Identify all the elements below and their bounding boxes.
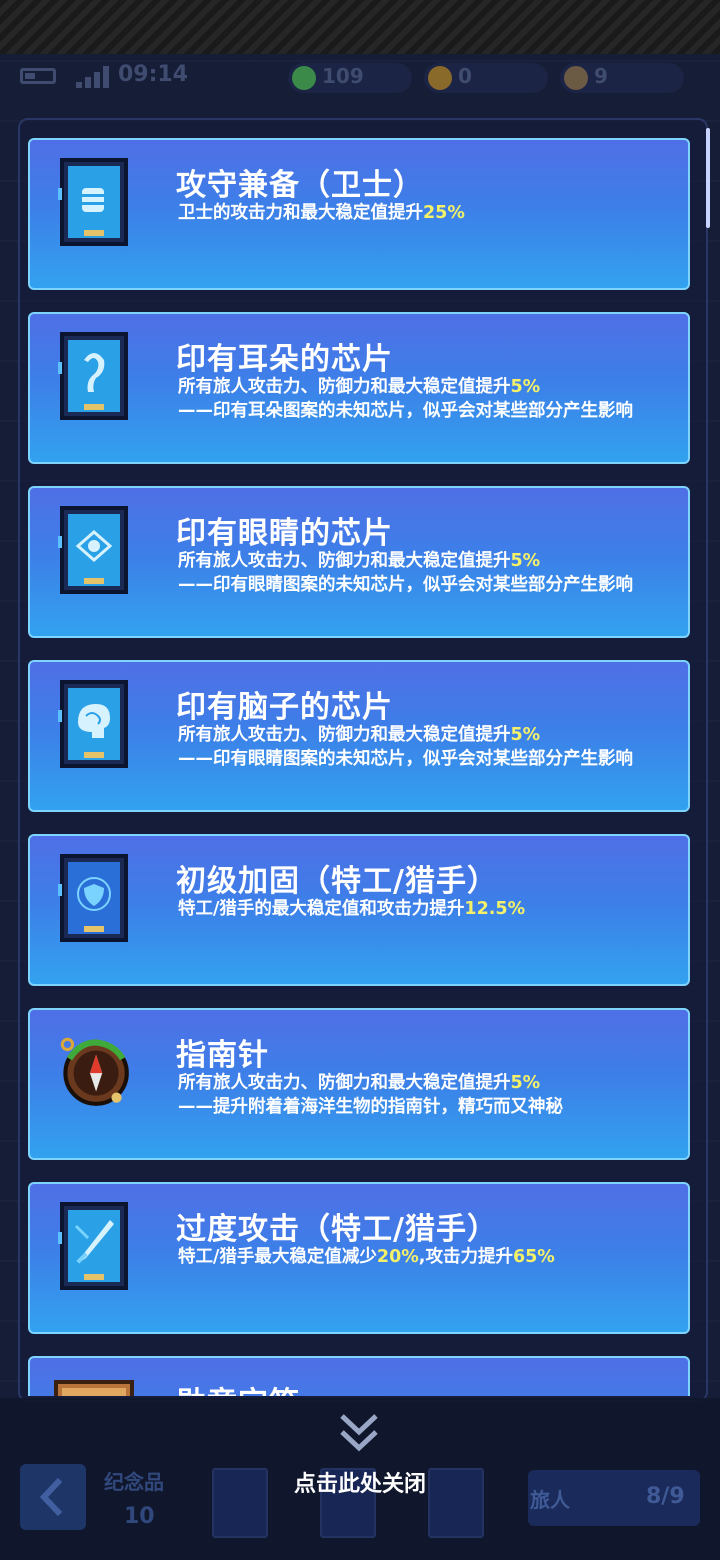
currency-amount: 109 [322, 64, 364, 88]
chip-canister-icon [58, 158, 128, 246]
buff-card[interactable]: 指南针 所有旅人攻击力、防御力和最大稳定值提升5% ——提升附着着海洋生物的指南… [28, 1008, 690, 1160]
chip-brain-icon [58, 680, 128, 768]
close-button[interactable]: 点击此处关闭 [0, 1466, 720, 1498]
buff-flavor-text: ——印有眼睛图案的未知芯片，似乎会对某些部分产生影响 [178, 575, 633, 595]
buff-description: 特工/猎手的最大稳定值和攻击力提升12.5% [178, 899, 526, 919]
currency-amount: 0 [458, 64, 472, 88]
status-bar: 09:14 109 0 9 [0, 60, 720, 96]
buff-title: 初级加固（特工/猎手） [176, 864, 498, 899]
gold-coin-icon [428, 66, 452, 90]
buff-title: 印有耳朵的芯片 [176, 342, 393, 377]
buff-title: 印有眼睛的芯片 [176, 516, 393, 551]
buff-description: 所有旅人攻击力、防御力和最大稳定值提升5% [178, 551, 541, 571]
buff-description: 所有旅人攻击力、防御力和最大稳定值提升5% [178, 377, 541, 397]
buff-value: 5% [510, 1073, 541, 1093]
currency-gold[interactable]: 0 [424, 63, 548, 93]
buff-value: 25% [423, 203, 465, 223]
treasure-chest-icon [54, 1380, 134, 1396]
buff-title: 勋章宝箱 [176, 1378, 300, 1396]
buff-description: 所有旅人攻击力、防御力和最大稳定值提升5% [178, 1073, 541, 1093]
scrollbar[interactable] [706, 128, 710, 228]
buff-description: 所有旅人攻击力、防御力和最大稳定值提升5% [178, 725, 541, 745]
chip-ear-icon [58, 332, 128, 420]
buff-title: 过度攻击（特工/猎手） [176, 1212, 498, 1247]
currency-amount: 9 [594, 64, 608, 88]
buff-value: 5% [510, 551, 541, 571]
souvenir-count: 10 [124, 1504, 155, 1529]
buff-card[interactable]: 攻守兼备（卫士） 卫士的攻击力和最大稳定值提升25% [28, 138, 690, 290]
buff-flavor-text: ——提升附着着海洋生物的指南针，精巧而又神秘 [178, 1097, 563, 1117]
bronze-coin-icon [564, 66, 588, 90]
buff-list[interactable]: 攻守兼备（卫士） 卫士的攻击力和最大稳定值提升25% 印有耳朵的芯片 所有旅人攻… [28, 138, 692, 1396]
buff-card[interactable]: 初级加固（特工/猎手） 特工/猎手的最大稳定值和攻击力提升12.5% [28, 834, 690, 986]
chip-sword-icon [58, 1202, 128, 1290]
double-chevron-down-icon[interactable] [336, 1410, 382, 1456]
buff-title: 印有脑子的芯片 [176, 690, 393, 725]
buff-card[interactable]: 勋章宝箱 [28, 1356, 690, 1396]
buff-description: 卫士的攻击力和最大稳定值提升25% [178, 203, 465, 223]
currency-bronze[interactable]: 9 [560, 63, 684, 93]
buff-value: 12.5% [464, 899, 526, 919]
chip-eye-icon [58, 506, 128, 594]
buff-title: 攻守兼备（卫士） [176, 168, 424, 203]
buff-card[interactable]: 印有耳朵的芯片 所有旅人攻击力、防御力和最大稳定值提升5% ——印有耳朵图案的未… [28, 312, 690, 464]
buff-flavor-text: ——印有眼睛图案的未知芯片，似乎会对某些部分产生影响 [178, 749, 633, 769]
green-gem-icon [292, 66, 316, 90]
buff-value: 5% [510, 377, 541, 397]
signal-icon [76, 66, 110, 88]
battery-icon [20, 68, 56, 84]
buff-value: 5% [510, 725, 541, 745]
buff-title: 指南针 [176, 1038, 269, 1073]
buff-value-2: 65% [512, 1247, 555, 1267]
device-notch-area [0, 0, 720, 54]
chip-shield-icon [58, 854, 128, 942]
buff-value: 20% [376, 1247, 419, 1267]
buff-card[interactable]: 印有眼睛的芯片 所有旅人攻击力、防御力和最大稳定值提升5% ——印有眼睛图案的未… [28, 486, 690, 638]
clock: 09:14 [118, 62, 189, 87]
compass-icon [60, 1037, 129, 1106]
buff-description: 特工/猎手最大稳定值减少20%,攻击力提升65% [178, 1247, 555, 1267]
buff-card[interactable]: 印有脑子的芯片 所有旅人攻击力、防御力和最大稳定值提升5% ——印有眼睛图案的未… [28, 660, 690, 812]
buff-card[interactable]: 过度攻击（特工/猎手） 特工/猎手最大稳定值减少20%,攻击力提升65% [28, 1182, 690, 1334]
currency-gems[interactable]: 109 [288, 63, 412, 93]
buff-flavor-text: ——印有耳朵图案的未知芯片，似乎会对某些部分产生影响 [178, 401, 633, 421]
